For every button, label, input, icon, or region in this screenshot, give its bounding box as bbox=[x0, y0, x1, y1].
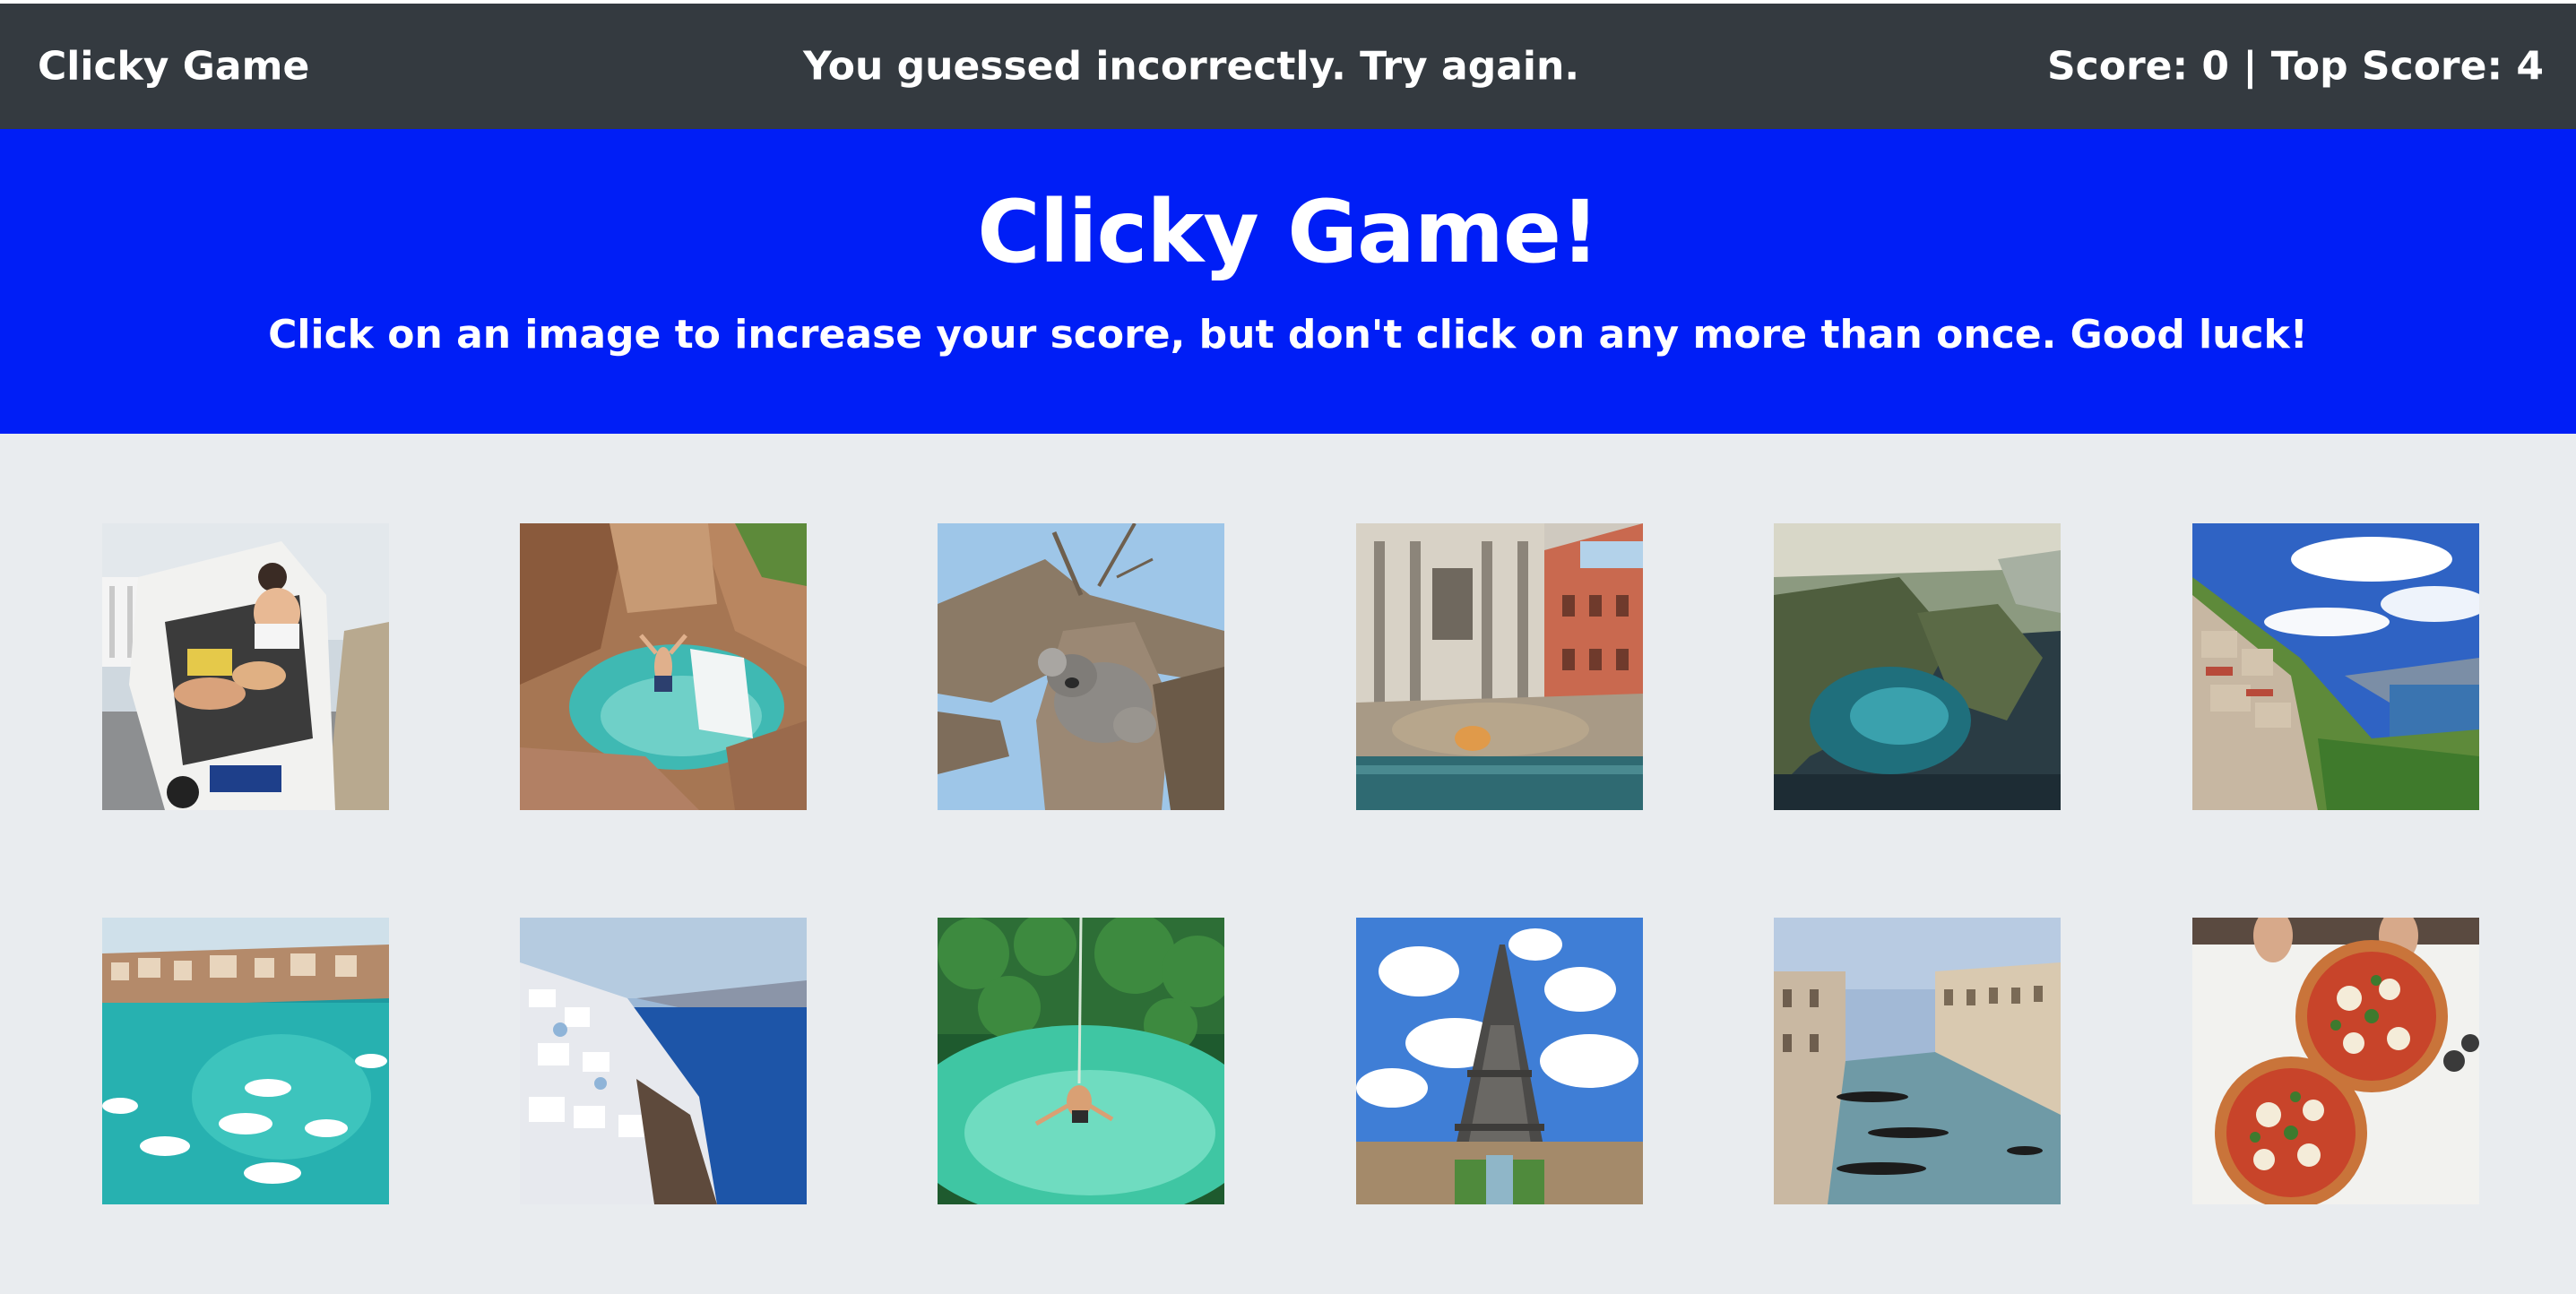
image-tile-santorini[interactable] bbox=[520, 918, 807, 1204]
image-tile-cliffside-town[interactable] bbox=[2192, 523, 2479, 810]
page-title: Clicky Game! bbox=[977, 182, 1600, 282]
navbar: Clicky Game You guessed incorrectly. Try… bbox=[0, 4, 2576, 129]
koala-in-tree-photo bbox=[938, 523, 1224, 810]
venice-grand-canal-photo bbox=[1774, 918, 2061, 1204]
canyon-waterfall-jump-photo bbox=[520, 523, 807, 810]
image-tile-trevi-fountain[interactable] bbox=[1356, 523, 1643, 810]
score-display: Score: 0 | Top Score: 4 bbox=[2046, 43, 2544, 90]
image-tile-aerial-coast[interactable] bbox=[1774, 523, 2061, 810]
harbor-boats-photo bbox=[102, 918, 389, 1204]
santorini-cliffs-photo bbox=[520, 918, 807, 1204]
image-tile-jungle-lagoon[interactable] bbox=[938, 918, 1224, 1204]
instructions-text: Click on an image to increase your score… bbox=[268, 312, 2308, 358]
image-tile-koala-tree[interactable] bbox=[938, 523, 1224, 810]
jungle-lagoon-swing-photo bbox=[938, 918, 1224, 1204]
aerial-coast-cliffs-photo bbox=[1774, 523, 2061, 810]
image-tile-eiffel-tower[interactable] bbox=[1356, 918, 1643, 1204]
cliffside-coastal-town-photo bbox=[2192, 523, 2479, 810]
guess-feedback-message: You guessed incorrectly. Try again. bbox=[802, 43, 1580, 90]
image-tile-harbor-boats[interactable] bbox=[102, 918, 389, 1204]
pizzas-on-table-photo bbox=[2192, 918, 2479, 1204]
image-tile-pizzas[interactable] bbox=[2192, 918, 2479, 1204]
brand-title[interactable]: Clicky Game bbox=[38, 44, 309, 90]
image-gallery bbox=[0, 434, 2576, 1294]
image-tile-van-travelers[interactable] bbox=[102, 523, 389, 810]
image-tile-venice-canal[interactable] bbox=[1774, 918, 2061, 1204]
jumbotron: Clicky Game! Click on an image to increa… bbox=[0, 129, 2576, 434]
trevi-fountain-photo bbox=[1356, 523, 1643, 810]
van-travelers-photo bbox=[102, 523, 389, 810]
eiffel-tower-photo bbox=[1356, 918, 1643, 1204]
image-tile-canyon-waterfall[interactable] bbox=[520, 523, 807, 810]
